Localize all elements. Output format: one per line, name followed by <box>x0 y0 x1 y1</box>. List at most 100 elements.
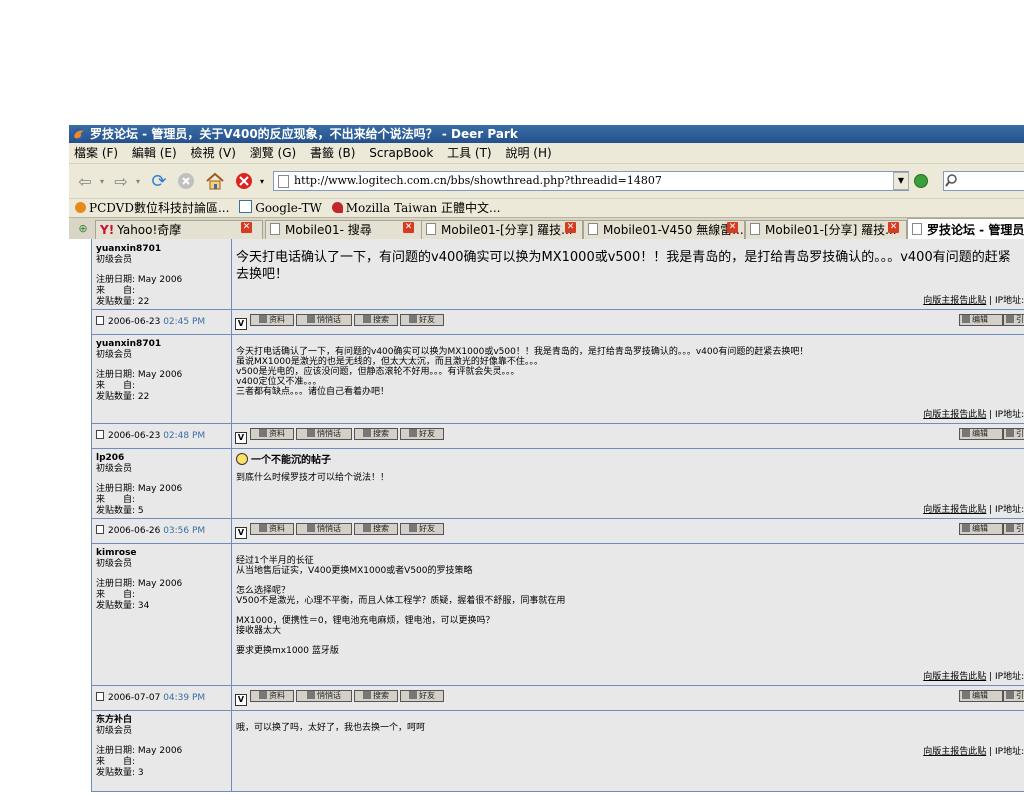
author-name[interactable]: yuanxin8701 <box>96 339 227 350</box>
author-name[interactable]: 东方补白 <box>96 715 227 726</box>
post-line: 接收器太大 <box>236 626 282 636</box>
report-link[interactable]: 向版主报告此贴 <box>923 410 986 420</box>
bookmark-google[interactable]: Google-TW <box>239 199 322 218</box>
author-name[interactable]: kimrose <box>96 548 227 559</box>
edit-button[interactable]: 编辑 <box>959 523 1003 535</box>
author-name[interactable]: yuanxin8701 <box>96 244 227 255</box>
menu-edit[interactable]: 編輯 (E) <box>127 143 182 163</box>
report-link[interactable]: 向版主报告此贴 <box>923 747 986 757</box>
pm-button[interactable]: 悄悄话 <box>296 314 352 326</box>
url-text: http://www.logitech.com.cn/bbs/showthrea… <box>294 174 662 187</box>
author-name[interactable]: lp206 <box>96 453 227 464</box>
post-icon <box>96 692 104 701</box>
pm-button[interactable]: 悄悄话 <box>296 428 352 440</box>
report-link[interactable]: 向版主报告此贴 <box>923 505 986 515</box>
tab-mobile01-share[interactable]: Mobile01-[分享] 羅技... <box>421 220 583 239</box>
edit-button[interactable]: 编辑 <box>959 690 1003 702</box>
search-button[interactable]: 搜索 <box>354 314 398 326</box>
tab-close-icon[interactable]: ✕ <box>565 222 576 233</box>
v-icon[interactable]: V <box>235 318 247 330</box>
post-line: 要求更换mx1000 蓝牙版 <box>236 646 339 656</box>
profile-button[interactable]: 资料 <box>250 523 294 535</box>
friend-button[interactable]: 好友 <box>400 428 444 440</box>
tab-close-icon[interactable]: ✕ <box>403 222 414 233</box>
search-icon <box>945 174 957 187</box>
profile-button[interactable]: 资料 <box>250 428 294 440</box>
bookmark-pcdvd[interactable]: PCDVD數位科技討論區... <box>75 199 229 218</box>
forward-dropdown-icon[interactable]: ▾ <box>133 170 143 192</box>
menu-bar: 檔案 (F) 編輯 (E) 檢視 (V) 瀏覽 (G) 書籤 (B) Scrap… <box>69 143 1024 164</box>
menu-bookmarks[interactable]: 書籤 (B) <box>305 143 360 163</box>
go-icon[interactable] <box>914 174 928 188</box>
pcdvd-icon <box>75 202 86 213</box>
quote-button[interactable]: 引 <box>1003 428 1024 440</box>
quote-button[interactable]: 引 <box>1003 314 1024 326</box>
post-date: 2006-06-23 02:45 PM <box>92 310 232 334</box>
back-button[interactable]: ⇦ <box>73 170 97 192</box>
edit-button[interactable]: 编辑 <box>959 428 1003 440</box>
address-bar[interactable]: http://www.logitech.com.cn/bbs/showthrea… <box>273 171 909 191</box>
search-button[interactable]: 搜索 <box>354 690 398 702</box>
block-dropdown-icon[interactable]: ▾ <box>257 170 267 192</box>
tab-yahoo[interactable]: Y! Yahoo!奇摩 <box>95 220 263 239</box>
pm-button[interactable]: 悄悄话 <box>296 523 352 535</box>
friend-button[interactable]: 好友 <box>400 523 444 535</box>
post-line: 哦，可以换了吗，太好了，我也去换一个，呵呵 <box>236 723 426 733</box>
menu-view[interactable]: 檢視 (V) <box>186 143 241 163</box>
stop-icon[interactable] <box>175 170 197 192</box>
forward-button[interactable]: ⇨ <box>109 170 133 192</box>
v-icon[interactable]: V <box>235 432 247 444</box>
post: yuanxin8701 初级会员 注册日期: May 2006 来 自: 发贴数… <box>91 335 1024 449</box>
report-link[interactable]: 向版主报告此贴 <box>923 296 986 306</box>
quote-button[interactable]: 引 <box>1003 523 1024 535</box>
tab-logitech-forum[interactable]: 罗技论坛 - 管理员 <box>907 218 1024 240</box>
edit-button[interactable]: 编辑 <box>959 314 1003 326</box>
post-icon <box>96 316 104 325</box>
report-link[interactable]: 向版主报告此贴 <box>923 672 986 682</box>
search-button[interactable]: 搜索 <box>354 428 398 440</box>
friend-button[interactable]: 好友 <box>400 314 444 326</box>
search-button[interactable]: 搜索 <box>354 523 398 535</box>
post-footer: 2006-06-26 03:56 PM V 资料 悄悄话 搜索 好友 编辑 引 <box>92 518 1024 543</box>
menu-tools[interactable]: 工具 (T) <box>442 143 497 163</box>
page-icon <box>426 223 436 235</box>
post-body: 一个不能沉的帖子 到底什么时候罗技才可以给个说法！！ 向版主报告此贴 | IP地… <box>232 449 1024 518</box>
menu-go[interactable]: 瀏覽 (G) <box>245 143 301 163</box>
tab-close-icon[interactable]: ✕ <box>888 222 899 233</box>
author-rank: 初级会员 <box>96 726 133 736</box>
menu-file[interactable]: 檔案 (F) <box>69 143 123 163</box>
profile-button[interactable]: 资料 <box>250 690 294 702</box>
ip-label: IP地址: 已 <box>995 505 1024 515</box>
register-date: 注册日期: May 2006 <box>96 579 183 589</box>
address-dropdown-icon[interactable]: ▼ <box>893 172 909 190</box>
block-icon[interactable] <box>233 170 255 192</box>
post-line: 经过1个半月的长征 <box>236 556 314 566</box>
reload-icon[interactable]: ⟳ <box>147 170 171 192</box>
title-bar: 罗技论坛 - 管理员，关于V400的反应现象，不出来给个说法吗？ - Deer … <box>69 125 1024 143</box>
tab-close-icon[interactable]: ✕ <box>241 222 252 233</box>
search-input[interactable] <box>943 171 1024 191</box>
post-date: 2006-06-23 02:48 PM <box>92 424 232 448</box>
v-icon[interactable]: V <box>235 694 247 706</box>
menu-scrapbook[interactable]: ScrapBook <box>364 143 438 163</box>
new-tab-icon[interactable]: ⊕ <box>75 221 91 235</box>
page-icon <box>750 223 760 235</box>
tab-mobile01-share-2[interactable]: Mobile01-[分享] 羅技... <box>745 220 907 239</box>
page-icon <box>270 223 280 235</box>
post-body: 今天打电话确认了一下，有问题的v400确实可以换为MX1000或v500！！我是… <box>232 239 1024 309</box>
v-icon[interactable]: V <box>235 527 247 539</box>
post-line: 今天打电话确认了一下，有问题的v400确实可以换为MX1000或v500！！我是… <box>236 347 809 357</box>
bookmark-mozilla[interactable]: Mozilla Taiwan 正體中文... <box>331 199 500 218</box>
post: yuanxin8701 初级会员 注册日期: May 2006 来 自: 发贴数… <box>91 239 1024 335</box>
page-icon <box>278 175 289 188</box>
profile-button[interactable]: 资料 <box>250 314 294 326</box>
menu-help[interactable]: 說明 (H) <box>500 143 556 163</box>
pm-button[interactable]: 悄悄话 <box>296 690 352 702</box>
home-icon[interactable] <box>203 170 227 192</box>
back-dropdown-icon[interactable]: ▾ <box>97 170 107 192</box>
friend-button[interactable]: 好友 <box>400 690 444 702</box>
tab-close-icon[interactable]: ✕ <box>727 222 738 233</box>
quote-button[interactable]: 引 <box>1003 690 1024 702</box>
tab-mobile01-v450[interactable]: Mobile01-V450 無線雷... <box>583 220 745 239</box>
post-count: 发贴数量: 22 <box>96 297 150 307</box>
